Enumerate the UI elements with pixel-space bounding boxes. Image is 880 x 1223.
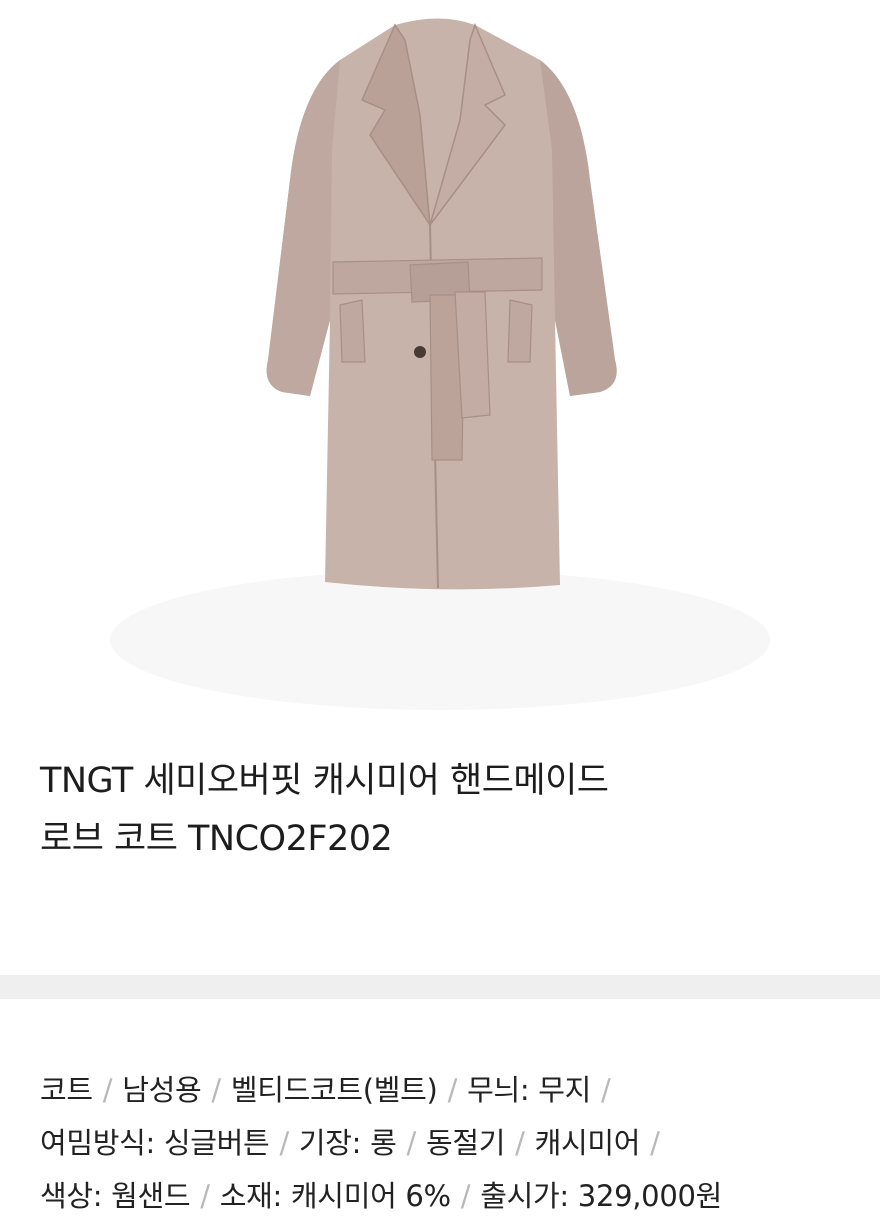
attribute-tag[interactable]: 남성용 [122,1073,201,1107]
attribute-separator: / [279,1126,289,1160]
attribute-tag[interactable]: 여밈방식: 싱글버튼 [40,1126,270,1160]
attribute-tag[interactable]: 색상: 웜샌드 [40,1179,191,1213]
attribute-separator: / [406,1126,416,1160]
attribute-separator: / [650,1126,660,1160]
section-divider [0,975,880,999]
product-title: TNGT 세미오버핏 캐시미어 핸드메이드 로브 코트 TNCO2F202 [40,752,840,868]
product-title-line-1: TNGT 세미오버핏 캐시미어 핸드메이드 [40,761,609,801]
attribute-tag[interactable]: 소재: 캐시미어 6% [220,1179,451,1213]
product-attributes: 코트 / 남성용 / 벨티드코트(벨트) / 무늬: 무지 / 여밈방식: 싱글버튼 / 기장: 롱… [40,1064,840,1223]
attribute-separator: / [211,1073,221,1107]
coat-photo-icon [110,18,770,710]
attribute-tag[interactable]: 무늬: 무지 [467,1073,591,1107]
attribute-tag[interactable]: 기장: 롱 [299,1126,397,1160]
attribute-separator: / [200,1179,210,1213]
product-image[interactable] [0,0,880,720]
attribute-separator: / [460,1179,471,1213]
attribute-tag[interactable]: 출시가: 329,000원 [480,1179,722,1213]
product-title-line-2: 로브 코트 TNCO2F202 [40,819,393,859]
attribute-separator: / [447,1073,458,1107]
attribute-tag[interactable]: 동절기 [426,1126,505,1160]
attribute-separator: / [600,1073,611,1107]
attribute-separator: / [515,1126,525,1160]
attribute-tag[interactable]: 코트 [40,1073,93,1107]
attribute-separator: / [102,1073,113,1107]
attribute-tag[interactable]: 캐시미어 [535,1126,641,1160]
attribute-tag[interactable]: 벨티드코트(벨트) [231,1073,438,1107]
